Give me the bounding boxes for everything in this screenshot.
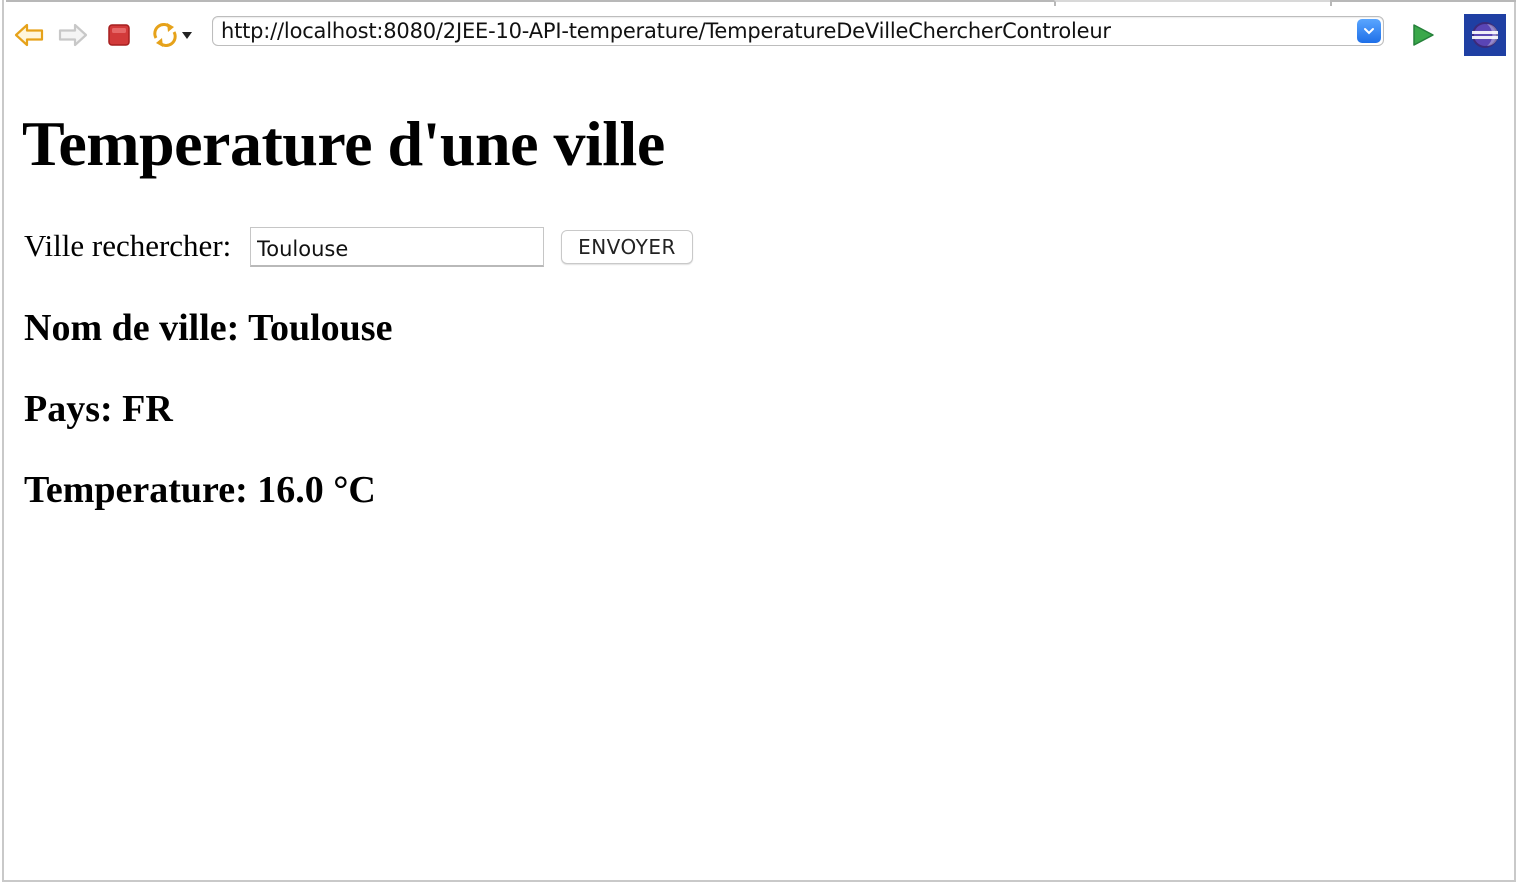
temperature-result: Temperature: 16.0 °C: [24, 468, 376, 512]
active-tab-edge[interactable]: [1054, 0, 1332, 6]
stop-icon: [108, 24, 130, 46]
address-bar[interactable]: [212, 16, 1384, 46]
temperature-value: 16.0 °C: [257, 469, 376, 511]
page-title: Temperature d'une ville: [22, 108, 665, 179]
browser-window: Temperature d'une ville Ville rechercher…: [2, 0, 1516, 882]
chevron-down-icon: [1364, 28, 1374, 35]
temperature-label: Temperature:: [24, 469, 248, 511]
country-result: Pays: FR: [24, 387, 173, 431]
url-input[interactable]: [221, 19, 1351, 43]
city-search-input[interactable]: [250, 227, 544, 267]
forward-arrow-icon: [58, 23, 88, 47]
country-label: Pays:: [24, 388, 113, 430]
eclipse-logo-icon: [1464, 14, 1506, 56]
send-button[interactable]: ENVOYER: [561, 230, 693, 264]
forward-button[interactable]: [56, 18, 90, 52]
go-play-icon: [1413, 24, 1434, 46]
tab-strip-right: [1330, 0, 1516, 7]
browser-toolbar: [4, 10, 1514, 60]
url-history-dropdown[interactable]: [1357, 19, 1381, 43]
back-button[interactable]: [12, 18, 46, 52]
refresh-menu-button[interactable]: [178, 18, 196, 52]
city-name-label: Nom de ville:: [24, 307, 240, 349]
go-button[interactable]: [1406, 18, 1440, 52]
eclipse-button[interactable]: [1464, 14, 1506, 56]
tab-strip-left: [6, 0, 1054, 7]
city-name-value: Toulouse: [248, 307, 393, 349]
back-arrow-icon: [14, 23, 44, 47]
refresh-icon: [153, 23, 177, 47]
city-search-label: Ville rechercher:: [24, 228, 232, 263]
chevron-down-icon: [182, 32, 192, 39]
refresh-button[interactable]: [148, 18, 182, 52]
country-value: FR: [122, 388, 173, 430]
city-name-result: Nom de ville: Toulouse: [24, 306, 392, 350]
stop-button[interactable]: [102, 18, 136, 52]
